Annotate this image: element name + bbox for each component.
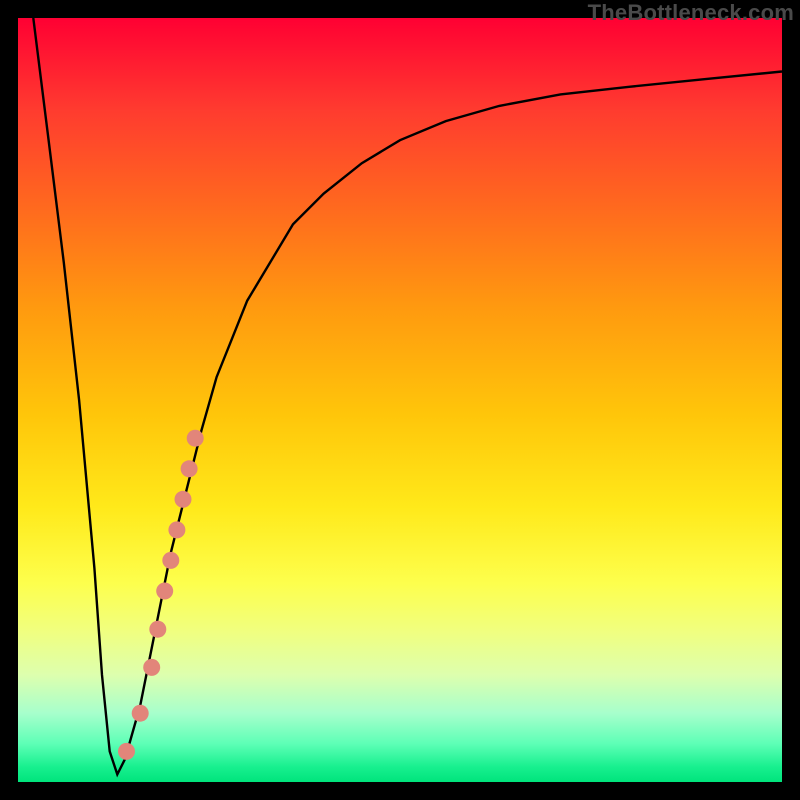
- data-layer: [18, 18, 782, 782]
- marker-dot: [181, 460, 198, 477]
- marker-dot: [168, 521, 185, 538]
- marker-dot: [149, 621, 166, 638]
- marker-dot: [132, 705, 149, 722]
- bottleneck-curve: [33, 18, 782, 774]
- marker-dot: [143, 659, 160, 676]
- marker-dot: [118, 743, 135, 760]
- plot-area: [18, 18, 782, 782]
- chart-frame: TheBottleneck.com: [0, 0, 800, 800]
- marker-dot: [175, 491, 192, 508]
- marker-dot: [187, 430, 204, 447]
- marker-group: [118, 430, 204, 760]
- watermark-text: TheBottleneck.com: [588, 0, 794, 26]
- marker-dot: [156, 583, 173, 600]
- marker-dot: [162, 552, 179, 569]
